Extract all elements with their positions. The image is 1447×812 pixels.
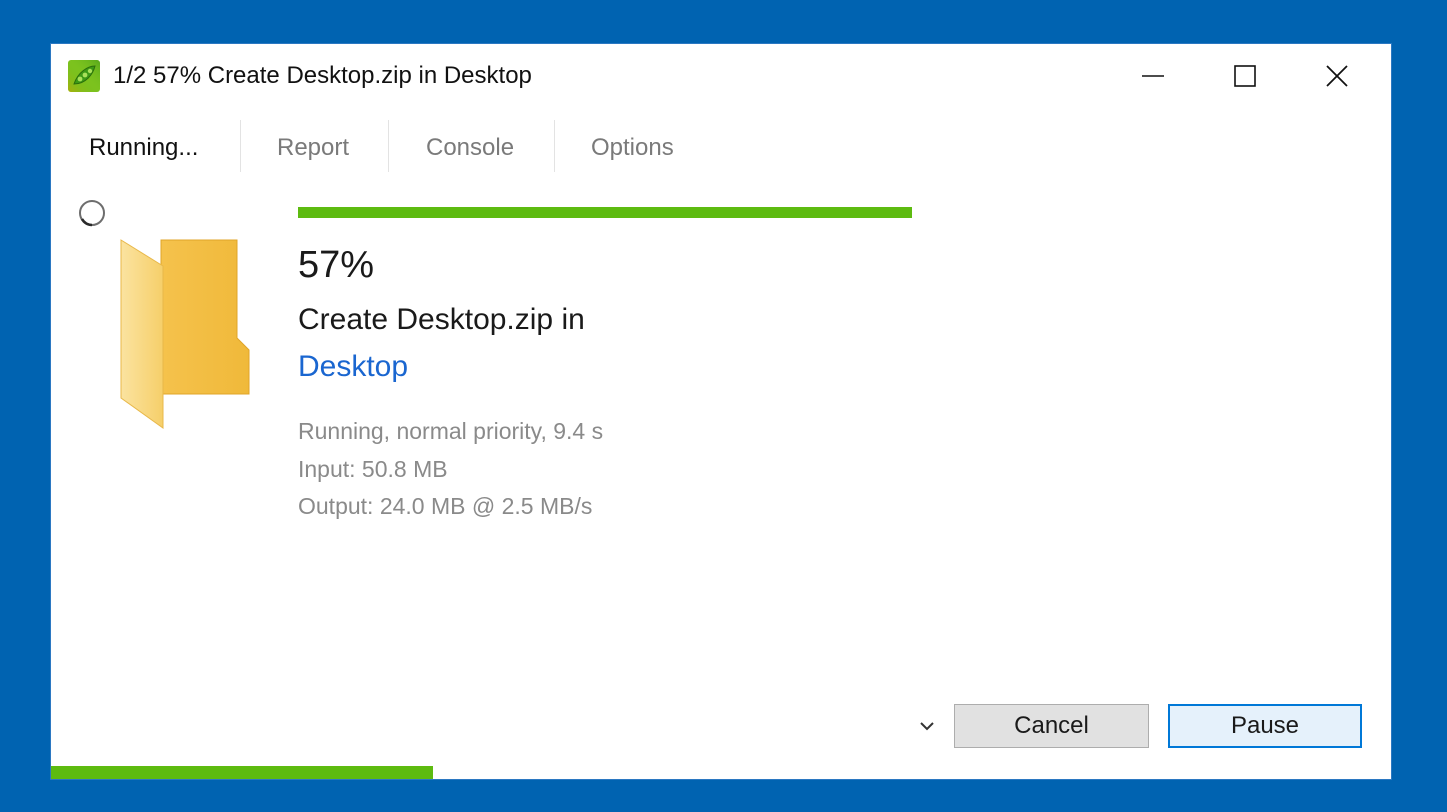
pause-button[interactable]: Pause (1168, 704, 1362, 748)
minimize-button[interactable] (1107, 44, 1199, 108)
destination-link[interactable]: Desktop (298, 350, 408, 384)
window-title: 1/2 57% Create Desktop.zip in Desktop (113, 62, 532, 89)
chevron-down-icon (920, 722, 934, 731)
tab-console[interactable]: Console (426, 120, 514, 176)
tab-divider (388, 120, 389, 172)
more-options-button[interactable] (909, 712, 945, 740)
cancel-button[interactable]: Cancel (954, 704, 1149, 748)
maximize-icon (1234, 65, 1256, 87)
title-bar[interactable]: 1/2 57% Create Desktop.zip in Desktop (51, 44, 1391, 108)
tab-divider (240, 120, 241, 172)
status-text: Running, normal priority, 9.4 s (298, 418, 604, 444)
spinner-icon (79, 200, 105, 227)
tab-divider (554, 120, 555, 172)
folder-icon (120, 239, 250, 429)
input-size-text: Input: 50.8 MB (298, 456, 448, 482)
close-button[interactable] (1291, 44, 1383, 108)
tab-running[interactable]: Running... (89, 120, 198, 176)
overall-progress-fill (51, 766, 433, 779)
file-progress-fill (298, 207, 912, 218)
overall-progress-bar (51, 766, 1391, 779)
tab-report[interactable]: Report (277, 120, 349, 176)
output-size-text: Output: 24.0 MB @ 2.5 MB/s (298, 493, 593, 519)
operation-label: Create Desktop.zip in (298, 303, 585, 336)
tab-options[interactable]: Options (591, 120, 674, 176)
progress-window: 1/2 57% Create Desktop.zip in Desktop Ru… (51, 44, 1391, 779)
progress-percent: 57% (298, 244, 375, 286)
maximize-button[interactable] (1199, 44, 1291, 108)
minimize-icon (1142, 75, 1164, 77)
close-icon (1326, 65, 1348, 87)
peapod-app-icon (68, 60, 100, 92)
tab-bar: Running... Report Console Options (51, 120, 811, 176)
file-progress-bar (298, 207, 912, 218)
